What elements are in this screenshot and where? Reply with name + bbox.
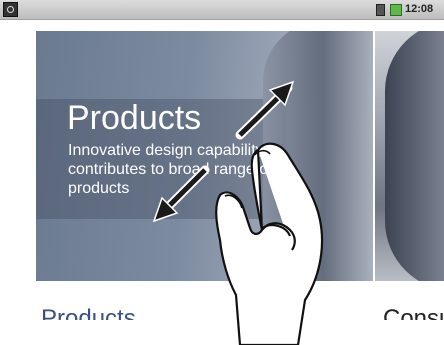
carousel-slide-next[interactable] — [375, 31, 444, 281]
carousel-slide-products[interactable]: Products Innovative design capability co… — [36, 31, 373, 281]
status-time: 12:08 — [405, 3, 434, 15]
caption-next[interactable]: Consu — [383, 305, 444, 320]
slide-next-image — [385, 31, 444, 281]
app-notification-icon — [3, 2, 18, 17]
sd-card-icon — [376, 4, 385, 16]
slide-description: Innovative design capability contributes… — [68, 142, 273, 197]
status-bar: 12:08 — [0, 0, 444, 20]
battery-icon — [390, 4, 402, 16]
slide-title: Products — [67, 99, 202, 137]
product-carousel[interactable]: Products Innovative design capability co… — [0, 20, 444, 320]
bottom-strip — [0, 322, 444, 345]
caption-products[interactable]: Products — [41, 305, 136, 320]
